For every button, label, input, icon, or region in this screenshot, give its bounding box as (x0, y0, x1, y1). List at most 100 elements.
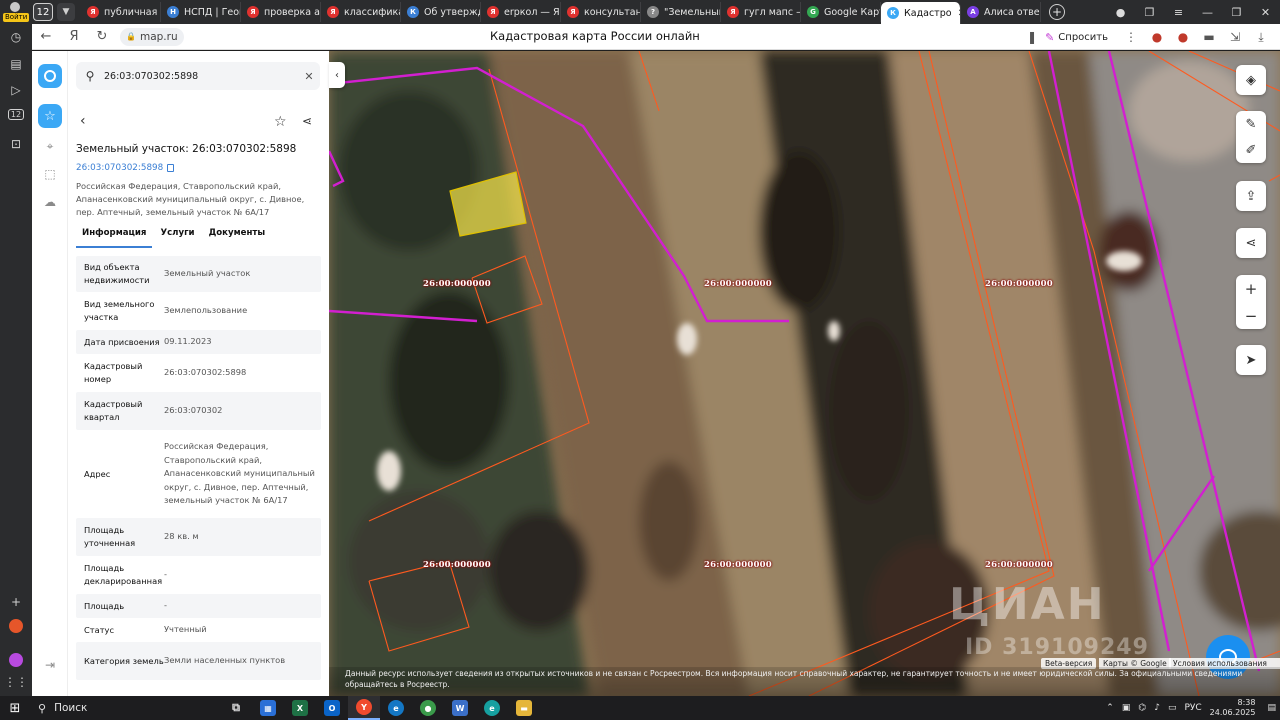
messenger-icon[interactable] (0, 653, 32, 670)
cadastral-number-text[interactable]: 26:03:070302:5898 (76, 163, 163, 173)
new-tab-icon[interactable]: + (1049, 4, 1065, 20)
copy-icon[interactable] (167, 164, 175, 172)
back-icon[interactable]: ← (32, 29, 60, 44)
add-favorite-icon[interactable]: ☆ (274, 114, 287, 130)
share-map-icon[interactable]: ⋖ (1236, 228, 1266, 258)
clock[interactable]: 8:38 24.06.2025 (1206, 698, 1264, 718)
browser-tab[interactable]: Яконсультант (561, 2, 641, 22)
bookmarks-sidebar-icon[interactable]: ▤ (0, 57, 32, 71)
media-icon[interactable]: ▷ (0, 83, 32, 97)
word-icon[interactable]: W (444, 696, 476, 720)
search-input[interactable]: 26:03:070302:5898 (104, 71, 298, 82)
start-icon[interactable]: ⊞ (0, 701, 30, 716)
browser-tab[interactable]: Н НСПД | Геоп (161, 2, 241, 22)
search-box[interactable]: ⚲ 26:03:070302:5898 ✕ (76, 62, 320, 90)
tray-chevron-icon[interactable]: ⌃ (1102, 703, 1118, 713)
info-tab[interactable]: Информация (76, 228, 153, 248)
edge-dev-icon[interactable]: e (476, 696, 508, 720)
share-page-icon[interactable]: ⇲ (1222, 30, 1248, 44)
ask-button[interactable]: ✎ Спросить (1045, 31, 1108, 44)
browser-tab[interactable]: К Об утвержд (401, 2, 481, 22)
tab-favicon-icon: А (967, 6, 979, 18)
ruler-icon[interactable]: ✎ (1246, 117, 1257, 132)
browser-tab[interactable]: Ягугл мапс — (721, 2, 801, 22)
collapse-panel-button[interactable]: ‹ (329, 62, 345, 88)
taskbar-search-label: Поиск (54, 702, 88, 714)
edge-icon[interactable]: e (380, 696, 412, 720)
battery-icon[interactable]: ▭ (1164, 703, 1181, 713)
layers-icon[interactable]: ◈ (1236, 65, 1266, 95)
clock-time: 8:38 (1237, 698, 1256, 707)
browser-tab[interactable]: ККадастро✕ (881, 2, 961, 24)
site-logo-icon[interactable] (38, 64, 62, 88)
clear-search-icon[interactable]: ✕ (298, 70, 320, 83)
alice-icon[interactable] (0, 619, 32, 636)
downloads-icon[interactable]: ⤓ (1248, 30, 1274, 45)
bookmarks-icon[interactable]: ❐ (1135, 6, 1164, 19)
close-window-icon[interactable]: ✕ (1251, 6, 1280, 19)
yandex-browser-icon[interactable]: Y (348, 696, 380, 720)
zoom-out-icon[interactable]: − (1236, 302, 1266, 329)
tray-app-icon[interactable]: ▣ (1118, 703, 1135, 713)
task-view-icon[interactable]: ⧉ (220, 696, 252, 720)
history-icon[interactable]: ◷ (0, 30, 32, 44)
profile-button[interactable]: Войти (0, 0, 30, 24)
excel-icon[interactable]: X (284, 696, 316, 720)
browser-tab[interactable]: Япубличная к (81, 2, 161, 22)
info-tab[interactable]: Документы (203, 228, 272, 248)
favorites-icon[interactable]: ☆ (38, 104, 62, 128)
property-value: 26:03:070302 (164, 405, 223, 416)
chevron-down-icon[interactable]: ▼ (57, 3, 75, 21)
browser-tab[interactable]: Яerpкол — Ян (481, 2, 561, 22)
browser-tab[interactable]: Яклассифика (321, 2, 401, 22)
profile-icon[interactable]: ● (1106, 6, 1135, 19)
extension-icon[interactable]: ● (1144, 30, 1170, 44)
tab-count-button[interactable]: 12 (33, 3, 53, 21)
logout-icon[interactable]: ⇥ (32, 658, 68, 672)
network-icon[interactable]: ⌬ (1134, 703, 1150, 713)
object-title: Земельный участок: 26:03:070302:5898 (76, 143, 297, 155)
notifications-icon[interactable]: ▤ (1263, 703, 1280, 713)
menu-icon[interactable]: ≡ (1164, 6, 1193, 19)
store-icon[interactable]: ▦ (252, 696, 284, 720)
browser-tab[interactable]: G Google Карт (801, 2, 881, 22)
restore-icon[interactable]: ❐ (1222, 6, 1251, 19)
tabs-sidebar-icon[interactable]: 12 (0, 109, 32, 120)
select-area-icon[interactable]: ⬚ (32, 167, 68, 181)
chrome-icon[interactable]: ● (412, 696, 444, 720)
language-indicator[interactable]: РУС (1180, 703, 1205, 713)
reload-icon[interactable]: ↻ (88, 29, 116, 44)
pin-icon[interactable]: ⌖ (32, 139, 68, 154)
cadastral-number-link[interactable]: 26:03:070302:5898 (76, 163, 175, 173)
login-badge[interactable]: Войти (3, 13, 30, 22)
volume-icon[interactable]: ♪ (1150, 703, 1164, 713)
locate-me-icon[interactable]: ➤ (1236, 345, 1266, 375)
tab-favicon-icon: Н (167, 6, 179, 18)
yandex-icon[interactable]: Я (60, 29, 88, 44)
back-arrow-icon[interactable]: ‹ (80, 113, 86, 129)
info-tab[interactable]: Услуги (154, 228, 200, 248)
screenshot-icon[interactable]: ⊡ (0, 137, 32, 151)
cloud-icon[interactable]: ☁ (32, 195, 68, 209)
bookmark-icon[interactable]: ❚ (1019, 30, 1045, 44)
draw-icon[interactable]: ✐ (1246, 143, 1257, 158)
url-text: map.ru (139, 30, 178, 43)
zoom-in-icon[interactable]: + (1236, 275, 1266, 302)
map-view[interactable]: 26:00:000000 26:00:000000 26:00:000000 2… (329, 51, 1280, 696)
browser-tab[interactable]: А Алиса отвеча (961, 2, 1041, 22)
add-panel-icon[interactable]: + (0, 595, 32, 609)
file-explorer-icon[interactable]: ▬ (508, 696, 540, 720)
share-icon[interactable]: ⋖ (302, 114, 312, 128)
extension-icon[interactable]: ● (1170, 30, 1196, 44)
more-icon[interactable]: ⋮ (1118, 30, 1144, 44)
outlook-icon[interactable]: O (316, 696, 348, 720)
minimize-icon[interactable]: — (1193, 6, 1222, 19)
apps-grid-icon[interactable]: ⋮⋮ (0, 675, 32, 689)
browser-tab[interactable]: ? "Земельный (641, 2, 721, 22)
extension-icon[interactable]: ▬ (1196, 30, 1222, 44)
taskbar-search[interactable]: ⚲ Поиск (30, 696, 220, 720)
property-row: Кадастровый квартал 26:03:070302 (76, 392, 321, 430)
url-field[interactable]: 🔒 map.ru (120, 27, 184, 46)
upload-icon[interactable]: ⇪ (1236, 181, 1266, 211)
browser-tab[interactable]: Япроверка ав (241, 2, 321, 22)
